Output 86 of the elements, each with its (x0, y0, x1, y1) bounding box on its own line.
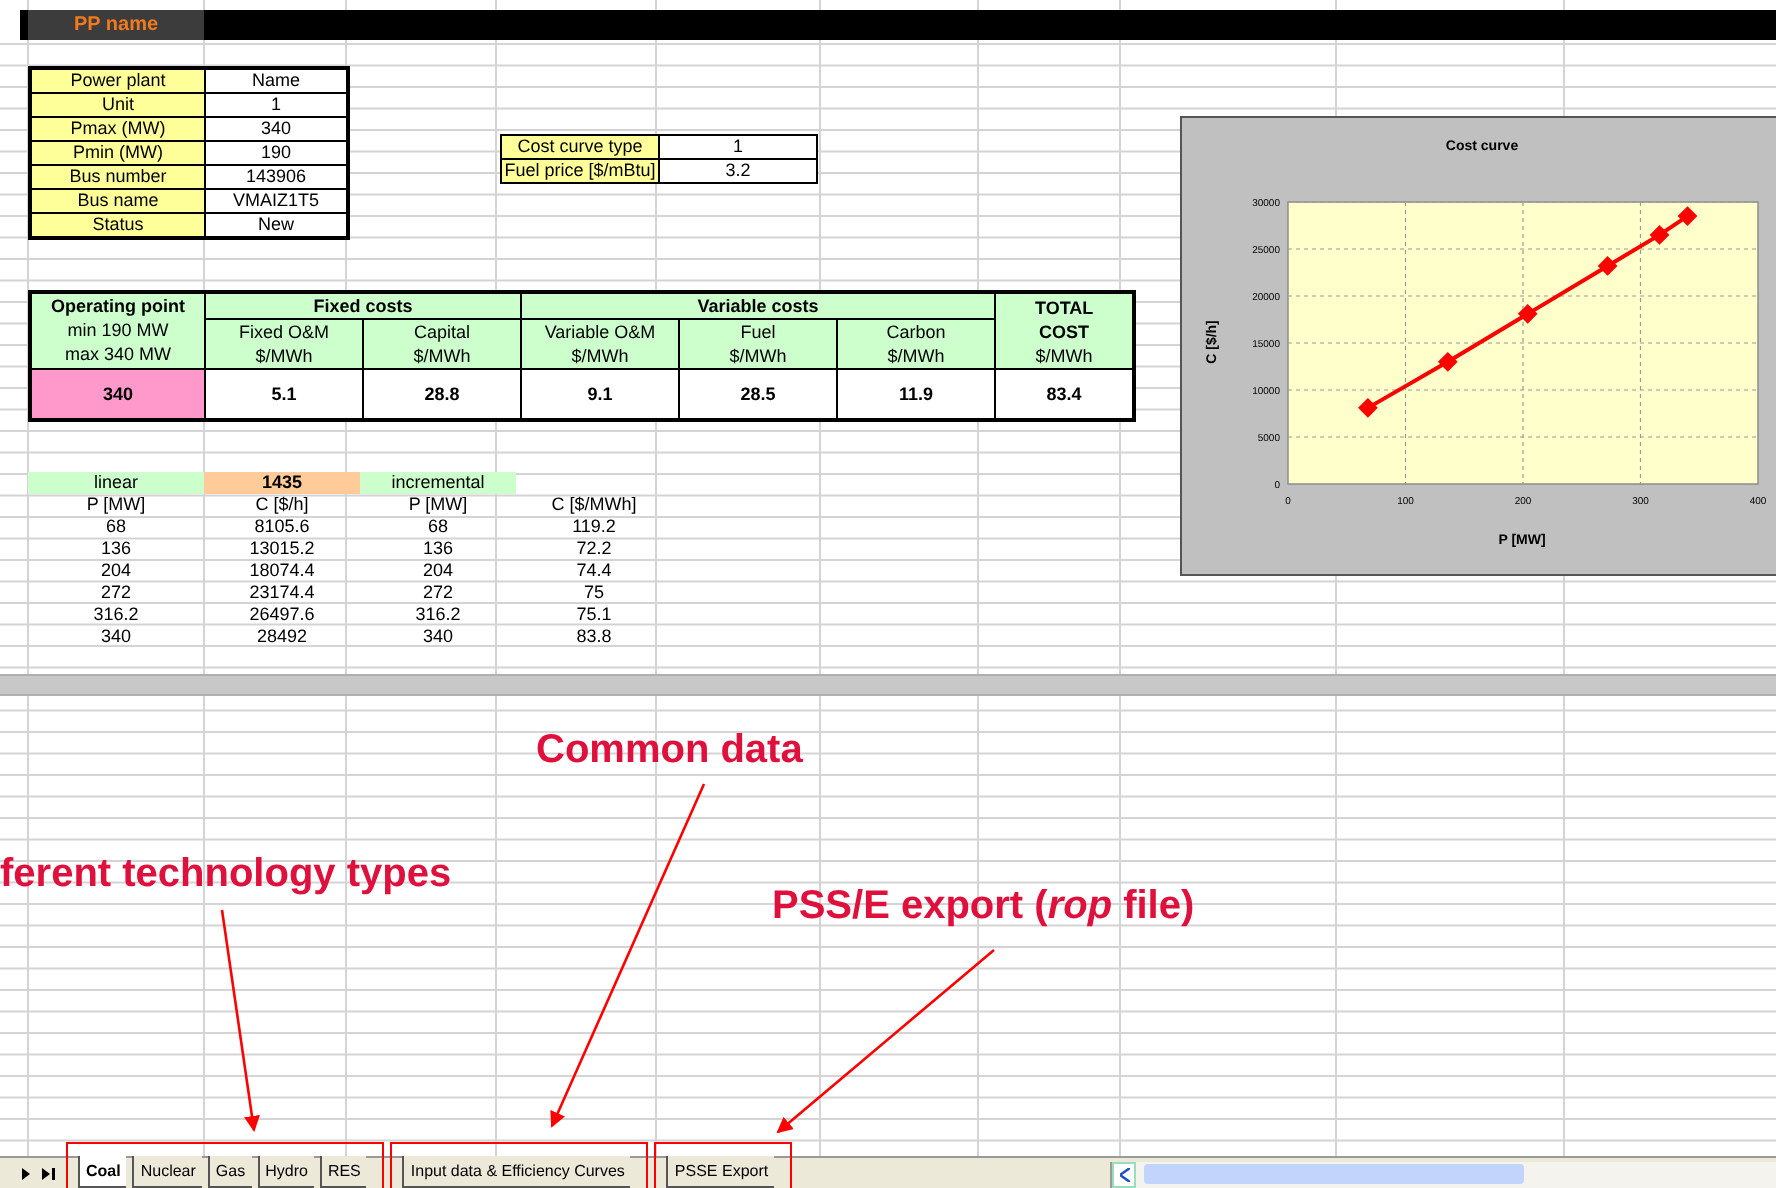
data-point (1677, 206, 1698, 226)
sheet-tab[interactable]: Hydro (257, 1156, 314, 1188)
column-header: C [$/MWh] (516, 494, 672, 516)
data-point (1649, 225, 1670, 245)
cost-value: 28.8 (363, 369, 521, 420)
group-header: Variable costs (521, 292, 995, 319)
column-header: Fuel $/MWh (679, 319, 837, 369)
callout-text: ferent technology types (0, 852, 452, 898)
table-cell-text: 13015.2 (247, 538, 317, 560)
field-value: 1 (205, 93, 348, 117)
cost-value: 11.9 (837, 369, 995, 420)
scroll-left-icon[interactable] (1112, 1161, 1136, 1187)
last-sheet-icon[interactable] (40, 1164, 60, 1184)
sheet-tab[interactable]: Nuclear (132, 1156, 202, 1188)
column-header: C [$/h] (204, 494, 360, 516)
column-header: Capital $/MWh (363, 319, 521, 369)
table-cell-text: 272 (420, 582, 456, 604)
cost-value: 28.5 (679, 369, 837, 420)
table-cell-text: 28492 (254, 626, 310, 648)
field-value: 3.2 (659, 159, 817, 183)
field-value: 190 (205, 141, 348, 165)
field-value: 143906 (205, 165, 348, 189)
field-label: Pmin (MW) (30, 141, 205, 165)
operating-point-value: 340 (30, 369, 205, 420)
mode-label: linear (28, 472, 204, 494)
table-cell-text: 340 (420, 626, 456, 648)
value-cell: 1435 (204, 472, 360, 494)
data-point (1358, 397, 1378, 418)
field-label: Power plant (30, 68, 205, 93)
field-label: Pmax (MW) (30, 117, 205, 141)
data-point (1517, 303, 1538, 324)
table-cell-text: 119.2 (570, 516, 618, 538)
table-cell-text: 18074.4 (247, 560, 317, 582)
sheet-tab[interactable]: Input data & Efficiency Curves (402, 1156, 631, 1188)
column-header: Fixed O&M $/MWh (205, 319, 363, 369)
column-header: P [MW] (360, 494, 516, 516)
callout-text: PSS/E export (rop file) (772, 884, 1195, 930)
table-cell-text: 136 (420, 538, 456, 560)
horizontal-scrollbar[interactable] (1110, 1161, 1776, 1187)
field-value: 340 (205, 117, 348, 141)
table-cell-text: 316.2 (91, 604, 141, 626)
field-value: Name (205, 68, 348, 93)
data-point (1437, 351, 1458, 372)
group-header: Fixed costs (205, 292, 521, 319)
sheet-tab[interactable]: Gas (207, 1156, 252, 1188)
cost-value: 9.1 (521, 369, 679, 420)
table-cell-text: 26497.6 (247, 604, 317, 626)
table-cell-text: 204 (420, 560, 456, 582)
table-cell-text: 74.4 (574, 560, 614, 582)
field-label: Status (30, 213, 205, 238)
table-cell-text: 316.2 (413, 604, 463, 626)
total-cost-value: 83.4 (995, 369, 1134, 420)
table-cell-text: 8105.6 (252, 516, 312, 538)
field-label: Bus name (30, 189, 205, 213)
callout-text: Common data (536, 728, 803, 774)
table-cell-text: 340 (98, 626, 134, 648)
cost-value: 5.1 (205, 369, 363, 420)
sheet-tab[interactable]: RES (319, 1156, 367, 1188)
field-value: New (205, 213, 348, 238)
scrollbar-thumb[interactable] (1144, 1164, 1524, 1184)
sheet-tab[interactable]: PSSE Export (666, 1156, 775, 1188)
field-value: VMAIZ1T5 (205, 189, 348, 213)
table-cell-text: 272 (98, 582, 134, 604)
field-label: Unit (30, 93, 205, 117)
table-cell-text: 83.8 (574, 626, 614, 648)
column-header: Carbon $/MWh (837, 319, 995, 369)
table-cell-text: 204 (98, 560, 134, 582)
table-cell-text: 68 (425, 516, 450, 538)
table-cell-text: 23174.4 (247, 582, 317, 604)
field-value: 1 (659, 135, 817, 159)
field-label: Fuel price [$/mBtu] (501, 159, 659, 183)
table-cell-text: 68 (103, 516, 128, 538)
plant-name-title: PP name (28, 10, 204, 40)
table-cell-text: 136 (98, 538, 134, 560)
table-cell-text: 75.1 (574, 604, 614, 626)
operating-point-header: Operating point min 190 MW max 340 MW (30, 292, 205, 369)
column-header: Variable O&M $/MWh (521, 319, 679, 369)
column-header: P [MW] (28, 494, 204, 516)
data-point (1597, 256, 1618, 276)
field-label: Cost curve type (501, 135, 659, 159)
table-cell-text: 72.2 (574, 538, 614, 560)
mode-label: incremental (360, 472, 516, 494)
sheet-tab[interactable]: Coal (78, 1156, 127, 1188)
field-label: Bus number (30, 165, 205, 189)
total-cost-header: TOTAL COST $/MWh (995, 292, 1134, 369)
table-cell-text: 75 (581, 582, 606, 604)
